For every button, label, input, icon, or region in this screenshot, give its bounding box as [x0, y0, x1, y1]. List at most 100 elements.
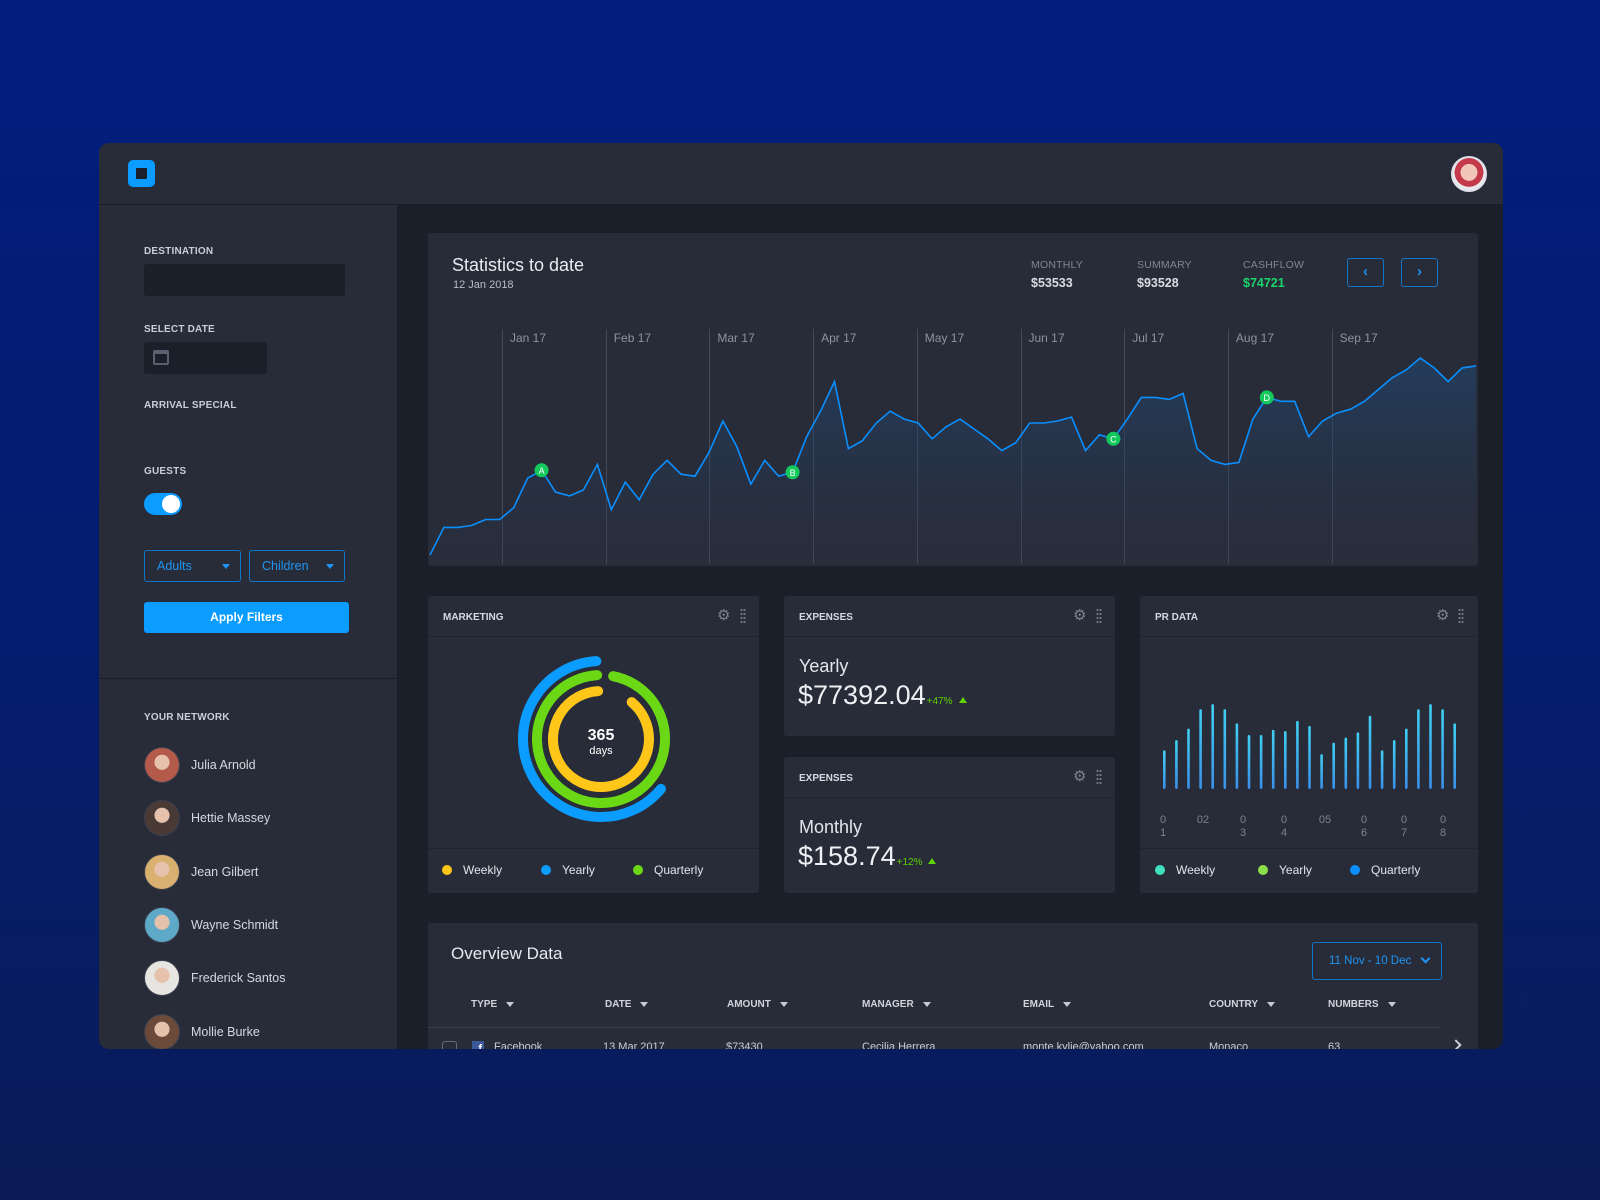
expense-amount: $158.74: [798, 841, 896, 871]
column-header-email[interactable]: EMAIL: [1023, 999, 1072, 1010]
marketing-radial-chart: 365 days: [518, 656, 670, 822]
network-person[interactable]: Mollie Burke: [144, 1013, 260, 1049]
legend-label: Weekly: [1176, 863, 1216, 877]
pr-bar: [1405, 728, 1408, 789]
expense-amount: $77392.04: [798, 680, 926, 710]
pr-bar: [1441, 709, 1444, 789]
column-header-numbers[interactable]: NUMBERS: [1328, 999, 1396, 1010]
tick-line-2: 4: [1280, 827, 1288, 839]
column-header-manager[interactable]: MANAGER: [862, 999, 931, 1010]
pr-bar: [1332, 742, 1335, 789]
network-person[interactable]: Julia Arnold: [144, 747, 256, 783]
apply-filters-button[interactable]: Apply Filters: [144, 602, 349, 633]
network-person[interactable]: Jean Gilbert: [144, 853, 258, 890]
network-person[interactable]: Frederick Santos: [144, 960, 286, 997]
pr-bar: [1175, 740, 1178, 789]
date-range-dropdown[interactable]: 11 Nov - 10 Dec: [1312, 942, 1442, 980]
trend-up-icon: [958, 697, 967, 703]
arrival-special-toggle[interactable]: [144, 493, 182, 515]
legend-yearly: Yearly: [1258, 863, 1312, 877]
children-dropdown[interactable]: Children: [249, 550, 345, 582]
kpi-label: CASHFLOW: [1243, 259, 1305, 271]
tick-line-2: [1318, 827, 1332, 840]
pr-bar: [1356, 732, 1360, 789]
column-label: COUNTRY: [1209, 999, 1259, 1010]
chart-marker[interactable]: B: [785, 465, 800, 480]
legend-quarterly: Quarterly: [1350, 863, 1420, 877]
chart-marker[interactable]: A: [534, 463, 549, 478]
pr-bar-chart: [1163, 704, 1456, 789]
statistics-card: Statistics to date 12 Jan 2018 MONTHLY $…: [428, 233, 1478, 566]
calendar-icon: [153, 350, 169, 365]
network-person[interactable]: Wayne Schmidt: [144, 906, 278, 943]
person-name: Frederick Santos: [191, 971, 286, 986]
pr-bar: [1271, 729, 1275, 789]
legend-label: Quarterly: [1371, 863, 1421, 877]
gear-icon[interactable]: ⚙: [1073, 608, 1087, 623]
column-header-date[interactable]: DATE: [605, 999, 649, 1010]
legend-quarterly: Quarterly: [633, 863, 703, 877]
row-checkbox[interactable]: [442, 1041, 457, 1049]
square-logo-icon[interactable]: [128, 160, 155, 187]
pr-bar: [1223, 709, 1227, 789]
tick-line-1: 0: [1159, 814, 1167, 826]
chart-marker[interactable]: C: [1106, 431, 1121, 446]
drag-handle-icon[interactable]: [740, 608, 746, 624]
pr-data-widget: PR DATA ⚙ 0 1 02 0 3 0 4 05 060708 Weekly Year…: [1140, 596, 1478, 893]
chart-marker[interactable]: D: [1259, 390, 1274, 405]
pr-bar: [1344, 737, 1348, 789]
column-header-country[interactable]: COUNTRY: [1209, 999, 1276, 1010]
expense-period: Monthly: [799, 817, 863, 837]
legend-label: Yearly: [562, 863, 595, 877]
cell-email: monte.kylie@yahoo.com: [1023, 1041, 1144, 1049]
adults-dropdown-label: Adults: [157, 559, 192, 573]
user-avatar[interactable]: [1451, 156, 1487, 192]
your-network-title: YOUR NETWORK: [144, 712, 230, 723]
marker-label: A: [539, 466, 545, 476]
next-button[interactable]: ›: [1401, 258, 1438, 287]
gear-icon[interactable]: ⚙: [1073, 769, 1087, 784]
sidebar-divider: [99, 678, 398, 679]
adults-dropdown[interactable]: Adults: [144, 550, 241, 582]
column-header-type[interactable]: TYPE: [471, 999, 515, 1010]
kpi-label: MONTHLY: [1031, 259, 1083, 271]
gear-icon[interactable]: ⚙: [717, 608, 731, 623]
sort-caret-icon: [1063, 1002, 1072, 1007]
pr-bar: [1429, 704, 1432, 789]
person-name: Julia Arnold: [191, 758, 256, 772]
filter-sidebar: DESTINATION SELECT DATE ARRIVAL SPECIAL …: [99, 205, 398, 1049]
person-name: Mollie Burke: [191, 1024, 260, 1039]
previous-button[interactable]: ‹: [1347, 258, 1384, 287]
destination-input[interactable]: [144, 264, 345, 296]
pr-bar: [1187, 728, 1190, 789]
column-label: EMAIL: [1023, 999, 1055, 1010]
dashboard-window: DESTINATION SELECT DATE ARRIVAL SPECIAL …: [99, 143, 1503, 1049]
kpi-summary: SUMMARY $93528: [1137, 259, 1192, 290]
pr-bar: [1296, 720, 1299, 789]
column-label: AMOUNT: [727, 999, 771, 1010]
cell-numbers: 63: [1328, 1041, 1341, 1049]
pr-bar: [1453, 723, 1456, 789]
expense-change-value: +47%: [926, 696, 953, 707]
drag-handle-icon[interactable]: [1458, 608, 1464, 624]
tick-line-1: 02: [1196, 814, 1210, 826]
network-person[interactable]: Hettie Massey: [144, 800, 270, 837]
pr-tick-label: 07: [1397, 814, 1411, 840]
pr-tick-label: 05: [1318, 814, 1332, 840]
drag-handle-icon[interactable]: [1096, 769, 1102, 785]
select-date-label: SELECT DATE: [144, 324, 215, 335]
column-header-amount[interactable]: AMOUNT: [727, 999, 788, 1010]
expenses-yearly-widget: EXPENSES ⚙ Yearly $77392.04+47%: [784, 596, 1115, 736]
date-range-label: 11 Nov - 10 Dec: [1329, 955, 1412, 967]
legend-label: Yearly: [1279, 863, 1312, 877]
chevron-right-icon[interactable]: [1450, 1039, 1462, 1049]
date-picker-input[interactable]: [144, 342, 267, 374]
avatar: [144, 960, 180, 997]
legend-dot: [442, 865, 452, 875]
drag-handle-icon[interactable]: [1096, 608, 1102, 624]
expense-period: Yearly: [799, 656, 849, 676]
tick-line-1: 0: [1360, 814, 1368, 826]
gear-icon[interactable]: ⚙: [1436, 608, 1450, 623]
pr-bar: [1308, 726, 1311, 789]
legend-dot: [1258, 865, 1268, 875]
